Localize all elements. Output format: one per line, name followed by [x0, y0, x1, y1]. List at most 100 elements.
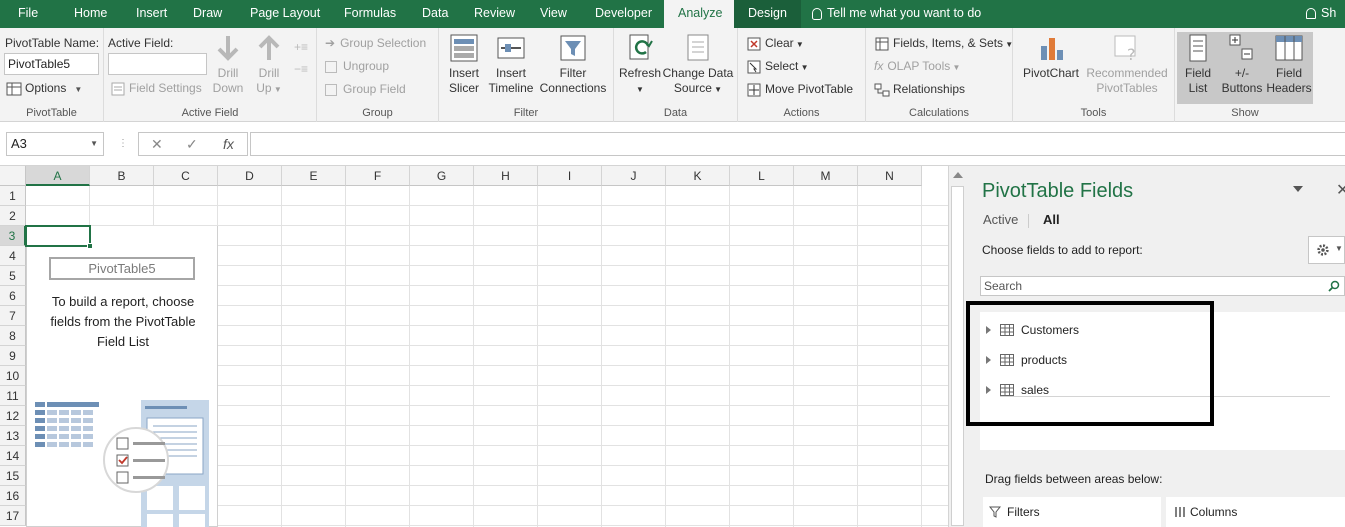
- tab-view[interactable]: View: [540, 0, 567, 28]
- active-cell-a3[interactable]: [25, 225, 93, 249]
- row-header-10[interactable]: 10: [0, 366, 26, 386]
- expand-field-icon[interactable]: +≡: [294, 40, 308, 54]
- formula-input[interactable]: [250, 132, 1345, 156]
- clear-button[interactable]: Clear ▼: [746, 36, 804, 52]
- group-actions: Clear ▼ Select ▼ Move PivotTable Actions: [738, 28, 866, 122]
- tab-page-layout[interactable]: Page Layout: [250, 0, 320, 28]
- insert-timeline-button[interactable]: Insert Timeline: [487, 32, 535, 96]
- select-all-corner[interactable]: [0, 166, 26, 186]
- row-header-7[interactable]: 7: [0, 306, 26, 326]
- scroll-up-icon[interactable]: [953, 172, 963, 178]
- relationships-button[interactable]: Relationships: [874, 82, 965, 98]
- tab-formulas[interactable]: Formulas: [344, 0, 396, 28]
- row-header-3[interactable]: 3: [0, 226, 26, 246]
- column-header-k[interactable]: K: [666, 166, 730, 186]
- move-pivottable-label: Move PivotTable: [765, 82, 854, 97]
- column-header-n[interactable]: N: [858, 166, 922, 186]
- row-header-1[interactable]: 1: [0, 186, 26, 206]
- pivottable-name-input[interactable]: PivotTable5: [4, 53, 99, 75]
- drill-up-button[interactable]: Drill Up ▼: [252, 32, 286, 97]
- scrollbar-thumb[interactable]: [951, 186, 964, 526]
- filter-connections-button[interactable]: Filter Connections: [538, 32, 608, 96]
- column-header-g[interactable]: G: [410, 166, 474, 186]
- plus-minus-buttons-button[interactable]: +/- Buttons: [1219, 32, 1265, 104]
- pane-options-chevron-icon[interactable]: [1293, 186, 1303, 192]
- column-header-l[interactable]: L: [730, 166, 794, 186]
- group-selection-button[interactable]: ➔ Group Selection: [325, 36, 426, 50]
- name-box[interactable]: A3 ▼: [6, 132, 104, 156]
- options-button[interactable]: Options ▼: [6, 81, 82, 97]
- drill-down-button[interactable]: Drill Down: [211, 32, 245, 96]
- ungroup-button[interactable]: Ungroup: [325, 59, 389, 73]
- active-field-input[interactable]: [108, 53, 207, 75]
- tab-insert[interactable]: Insert: [136, 0, 167, 28]
- group-field-button[interactable]: Group Field: [325, 82, 406, 96]
- column-header-h[interactable]: H: [474, 166, 538, 186]
- tab-home[interactable]: Home: [74, 0, 107, 28]
- change-data-source-button[interactable]: Change Data Source ▼: [662, 32, 734, 97]
- row-header-16[interactable]: 16: [0, 486, 26, 506]
- refresh-button[interactable]: Refresh ▼: [618, 32, 662, 97]
- field-list-settings-button[interactable]: ▼: [1308, 236, 1345, 264]
- olap-tools-button[interactable]: fx OLAP Tools ▼: [874, 59, 960, 73]
- pivotchart-label: PivotChart: [1022, 66, 1080, 80]
- row-header-12[interactable]: 12: [0, 406, 26, 426]
- fill-handle[interactable]: [87, 243, 93, 249]
- column-header-e[interactable]: E: [282, 166, 346, 186]
- vertical-scrollbar[interactable]: [948, 166, 966, 527]
- field-list-button[interactable]: Field List: [1177, 32, 1219, 104]
- area-columns[interactable]: Columns: [1166, 497, 1345, 527]
- select-button[interactable]: Select ▼: [746, 59, 809, 75]
- row-header-4[interactable]: 4: [0, 246, 26, 266]
- tab-active-fields[interactable]: Active: [983, 212, 1018, 227]
- row-header-14[interactable]: 14: [0, 446, 26, 466]
- field-headers-button[interactable]: Field Headers: [1265, 32, 1313, 104]
- tell-me-box[interactable]: Tell me what you want to do: [812, 0, 981, 28]
- tab-review[interactable]: Review: [474, 0, 515, 28]
- pivotchart-button[interactable]: PivotChart: [1019, 32, 1083, 81]
- row-header-13[interactable]: 13: [0, 426, 26, 446]
- column-header-i[interactable]: I: [538, 166, 602, 186]
- row-header-17[interactable]: 17: [0, 506, 26, 526]
- buttons-label-1: +/-: [1234, 66, 1250, 80]
- tab-all-fields[interactable]: All: [1043, 212, 1060, 227]
- cancel-icon[interactable]: ✕: [151, 133, 163, 155]
- insert-function-icon[interactable]: fx: [223, 133, 234, 155]
- column-header-d[interactable]: D: [218, 166, 282, 186]
- worksheet-grid[interactable]: ABCDEFGHIJKLMN 1 2 3 4 5 6 7 8 9 10 11 12 13 14 15 16 17…: [0, 166, 948, 527]
- row-header-2[interactable]: 2: [0, 206, 26, 226]
- row-header-8[interactable]: 8: [0, 326, 26, 346]
- recommended-pivottables-button[interactable]: ? Recommended PivotTables: [1083, 32, 1171, 96]
- row-header-5[interactable]: 5: [0, 266, 26, 286]
- user-account[interactable]: Sh: [1306, 0, 1336, 28]
- tab-draw[interactable]: Draw: [193, 0, 222, 28]
- column-header-j[interactable]: J: [602, 166, 666, 186]
- column-header-m[interactable]: M: [794, 166, 858, 186]
- arrow-down-icon: [217, 36, 239, 61]
- column-header-f[interactable]: F: [346, 166, 410, 186]
- insert-slicer-button[interactable]: Insert Slicer: [445, 32, 483, 96]
- fields-items-sets-button[interactable]: Fields, Items, & Sets ▼: [874, 36, 1013, 52]
- row-header-15[interactable]: 15: [0, 466, 26, 486]
- row-header-6[interactable]: 6: [0, 286, 26, 306]
- collapse-field-icon[interactable]: −≡: [294, 62, 308, 76]
- olap-icon: fx: [874, 59, 884, 73]
- tab-file[interactable]: File: [18, 0, 38, 28]
- row-header-9[interactable]: 9: [0, 346, 26, 366]
- tab-developer[interactable]: Developer: [595, 0, 652, 28]
- enter-icon[interactable]: ✓: [186, 133, 198, 155]
- row-header-11[interactable]: 11: [0, 386, 26, 406]
- column-header-b[interactable]: B: [90, 166, 154, 186]
- close-icon[interactable]: ✕: [1336, 180, 1345, 200]
- area-filters[interactable]: Filters: [983, 497, 1161, 527]
- move-pivottable-button[interactable]: Move PivotTable: [746, 82, 853, 98]
- tab-data[interactable]: Data: [422, 0, 448, 28]
- column-header-c[interactable]: C: [154, 166, 218, 186]
- formula-bar-grip[interactable]: ⋮: [118, 138, 128, 149]
- field-settings-button[interactable]: Field Settings: [110, 81, 202, 97]
- pivottable-placeholder[interactable]: PivotTable5 To build a report, choose fi…: [26, 226, 218, 527]
- field-search-input[interactable]: Search: [980, 276, 1345, 296]
- tab-analyze[interactable]: Analyze: [664, 0, 737, 28]
- tab-design[interactable]: Design: [734, 0, 801, 28]
- column-header-a[interactable]: A: [26, 166, 90, 186]
